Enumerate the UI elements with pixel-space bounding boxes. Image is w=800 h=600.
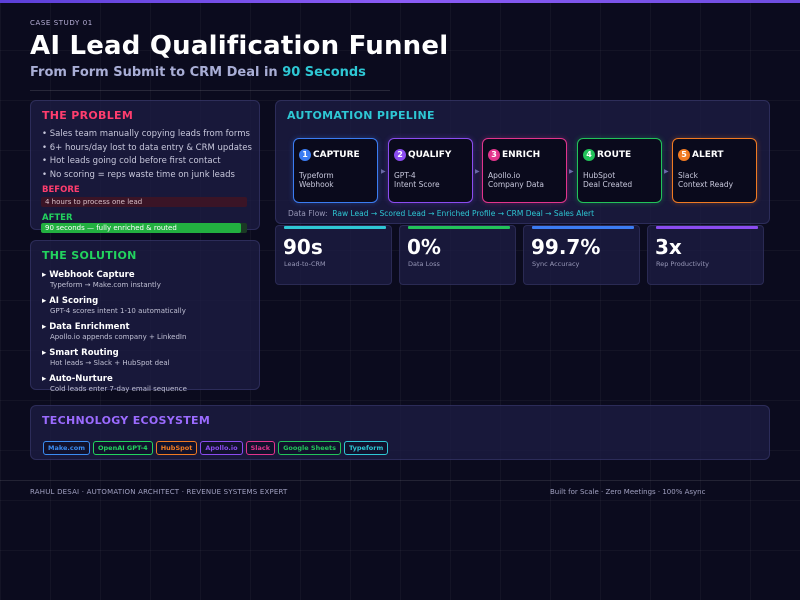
step-action: Context Ready	[678, 180, 734, 189]
arrow-right-icon: ▶	[381, 168, 386, 175]
step-action: Webhook	[299, 180, 334, 189]
data-flow-value: Raw Lead → Scored Lead → Enriched Profil…	[332, 209, 595, 218]
footer-divider	[0, 480, 800, 481]
after-label: AFTER	[42, 213, 73, 223]
step-number: 2	[394, 148, 406, 161]
metric-card: 90s Lead-to-CRM	[275, 225, 392, 285]
tech-chip-hubspot[interactable]: HubSpot	[155, 441, 198, 455]
pipeline-panel: AUTOMATION PIPELINE 1 CAPTURE Typeform We…	[275, 100, 770, 224]
problem-bullet: • Sales team manually copying leads from…	[42, 129, 250, 139]
solution-item-desc: Hot leads → Slack + HubSpot deal	[50, 359, 170, 367]
step-name: CAPTURE	[313, 149, 360, 160]
metric-value: 0%	[407, 235, 441, 259]
metric-value: 99.7%	[531, 235, 601, 259]
solution-item-desc: Apollo.io appends company + LinkedIn	[50, 333, 187, 341]
metric-value: 3x	[655, 235, 682, 259]
step-action: Intent Score	[394, 180, 440, 189]
after-bar-text: 90 seconds — fully enriched & routed	[45, 224, 177, 232]
step-tool: Apollo.io	[488, 171, 521, 180]
footer-credits: RAHUL DESAI · AUTOMATION ARCHITECT · REV…	[30, 488, 288, 496]
step-tool: HubSpot	[583, 171, 616, 180]
step-name: ROUTE	[597, 149, 632, 160]
pipeline-step-route[interactable]: 4 ROUTE HubSpot Deal Created	[577, 138, 662, 203]
tech-chip-slack[interactable]: Slack	[245, 441, 276, 455]
solution-item-desc: Typeform → Make.com instantly	[50, 281, 161, 289]
metric-accent	[532, 226, 634, 229]
tech-title: TECHNOLOGY ECOSYSTEM	[42, 414, 211, 427]
metric-card: 99.7% Sync Accuracy	[523, 225, 640, 285]
metric-card: 0% Data Loss	[399, 225, 516, 285]
metric-value: 90s	[283, 235, 323, 259]
step-number: 1	[299, 148, 311, 161]
solution-item-heading: ▸ AI Scoring	[42, 296, 99, 306]
step-tool: Slack	[678, 171, 698, 180]
solution-item: ▸ Data Enrichment Apollo.io appends compa…	[42, 322, 248, 342]
tech-chip-list: Make.com OpenAI GPT-4 HubSpot Apollo.io Slac…	[43, 435, 391, 455]
solution-item-heading: ▸ Auto-Nurture	[42, 374, 113, 384]
solution-item: ▸ Auto-Nurture Cold leads enter 7-day ema…	[42, 374, 248, 394]
top-accent-bar	[0, 0, 800, 3]
metric-label: Rep Productivity	[656, 260, 709, 268]
solution-item: ▸ AI Scoring GPT-4 scores intent 1-10 aut…	[42, 296, 248, 316]
tech-chip-apollo[interactable]: Apollo.io	[200, 441, 243, 455]
step-number: 4	[583, 148, 595, 161]
solution-item-desc: GPT-4 scores intent 1-10 automatically	[50, 307, 186, 315]
solution-title: THE SOLUTION	[42, 249, 137, 262]
tech-chip-google-sheets[interactable]: Google Sheets	[278, 441, 341, 455]
step-number: 3	[488, 148, 500, 161]
step-name: ENRICH	[502, 149, 541, 160]
eyebrow-label: CASE STUDY 01	[30, 19, 93, 27]
problem-title: THE PROBLEM	[42, 109, 134, 122]
tech-chip-make[interactable]: Make.com	[43, 441, 90, 455]
arrow-right-icon: ▶	[569, 168, 574, 175]
metric-card: 3x Rep Productivity	[647, 225, 764, 285]
problem-bullet: • Hot leads going cold before first cont…	[42, 156, 221, 166]
pipeline-step-qualify[interactable]: 2 QUALIFY GPT-4 Intent Score	[388, 138, 473, 203]
step-action: Deal Created	[583, 180, 633, 189]
metric-label: Data Loss	[408, 260, 440, 268]
step-number: 5	[678, 148, 690, 161]
arrow-right-icon: ▶	[475, 168, 480, 175]
page-subtitle: From Form Submit to CRM Deal in 90 Secon…	[30, 65, 366, 80]
header-divider	[30, 90, 390, 91]
subtitle-highlight: 90 Seconds	[282, 65, 366, 80]
data-flow-label: Data Flow:	[288, 209, 328, 218]
arrow-right-icon: ▶	[664, 168, 669, 175]
metric-accent	[284, 226, 386, 229]
step-name: QUALIFY	[408, 149, 452, 160]
step-tool: GPT-4	[394, 171, 416, 180]
pipeline-step-enrich[interactable]: 3 ENRICH Apollo.io Company Data	[482, 138, 567, 203]
footer-tagline: Built for Scale · Zero Meetings · 100% A…	[550, 488, 706, 496]
data-flow-line: Data Flow: Raw Lead → Scored Lead → Enri…	[288, 209, 594, 218]
problem-panel: THE PROBLEM • Sales team manually copyin…	[30, 100, 260, 230]
after-bar: 90 seconds — fully enriched & routed	[41, 223, 247, 233]
subtitle-prefix: From Form Submit to CRM Deal in	[30, 65, 283, 80]
metric-label: Lead-to-CRM	[284, 260, 326, 268]
problem-bullet: • 6+ hours/day lost to data entry & CRM …	[42, 142, 252, 153]
step-name: ALERT	[692, 149, 724, 160]
metric-accent	[408, 226, 510, 229]
tech-panel: TECHNOLOGY ECOSYSTEM Make.com OpenAI GPT-…	[30, 405, 770, 460]
tech-chip-openai[interactable]: OpenAI GPT-4	[92, 441, 153, 455]
page-title: AI Lead Qualification Funnel	[30, 31, 449, 61]
solution-item-desc: Cold leads enter 7-day email sequence	[50, 385, 187, 393]
solution-panel: THE SOLUTION ▸ Webhook Capture Typeform →…	[30, 240, 260, 393]
step-tool: Typeform	[299, 171, 334, 180]
solution-item: ▸ Smart Routing Hot leads → Slack + HubSp…	[42, 348, 248, 368]
before-bar: 4 hours to process one lead	[41, 197, 247, 207]
before-label: BEFORE	[42, 185, 80, 195]
solution-item-heading: ▸ Data Enrichment	[42, 322, 130, 332]
pipeline-step-capture[interactable]: 1 CAPTURE Typeform Webhook	[293, 138, 378, 203]
solution-item-heading: ▸ Webhook Capture	[42, 270, 135, 280]
step-action: Company Data	[488, 180, 544, 189]
pipeline-step-alert[interactable]: 5 ALERT Slack Context Ready	[672, 138, 757, 203]
problem-bullet: • No scoring = reps waste time on junk l…	[42, 169, 235, 180]
metric-label: Sync Accuracy	[532, 260, 580, 268]
tech-chip-typeform[interactable]: Typeform	[344, 441, 389, 455]
pipeline-title: AUTOMATION PIPELINE	[287, 109, 435, 122]
solution-item: ▸ Webhook Capture Typeform → Make.com ins…	[42, 270, 248, 290]
metric-accent	[656, 226, 758, 229]
solution-item-heading: ▸ Smart Routing	[42, 348, 119, 358]
